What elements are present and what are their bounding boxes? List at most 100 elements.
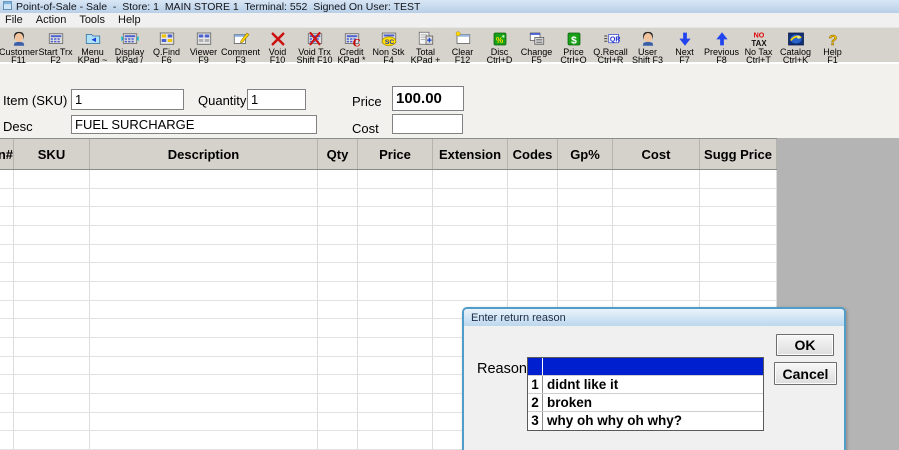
reason-option-number: 3 (528, 412, 543, 430)
table-cell (0, 319, 14, 337)
table-cell (318, 375, 358, 393)
quick-find-icon (157, 30, 177, 48)
table-cell (14, 413, 90, 431)
reason-option-number: 2 (528, 394, 543, 411)
toolbar-button-user[interactable]: UserShift F3 (629, 28, 666, 64)
toolbar-button-comment[interactable]: CommentF3 (222, 28, 259, 64)
cost-input[interactable] (392, 114, 463, 134)
table-cell (613, 189, 700, 207)
toolbar-button-shortcut: F2 (50, 56, 61, 64)
reason-option[interactable]: 2broken (528, 394, 763, 412)
table-cell (0, 375, 14, 393)
table-cell (433, 245, 508, 263)
toolbar-button-void-trx[interactable]: Void TrxShift F10 (296, 28, 333, 64)
column-header-sku: SKU (14, 139, 90, 169)
dialog-title: Enter return reason (471, 312, 566, 324)
table-cell (700, 263, 777, 281)
menu-item-tools[interactable]: Tools (79, 14, 105, 26)
svg-text:QR: QR (609, 35, 620, 43)
toolbar-button-start-trx[interactable]: Start TrxF2 (37, 28, 74, 64)
table-cell (14, 245, 90, 263)
table-cell (90, 226, 318, 244)
table-cell (0, 431, 14, 449)
table-cell (318, 226, 358, 244)
table-cell (0, 207, 14, 225)
table-cell (318, 394, 358, 412)
dialog-titlebar[interactable]: Enter return reason (464, 309, 844, 326)
column-header-description: Description (90, 139, 318, 169)
toolbar-button-void[interactable]: VoidF10 (259, 28, 296, 64)
price-input[interactable] (392, 86, 464, 111)
menu-item-action[interactable]: Action (36, 14, 67, 26)
quantity-input[interactable] (247, 89, 306, 110)
table-cell (0, 226, 14, 244)
toolbar-button-display[interactable]: DisplayKPad / (111, 28, 148, 64)
toolbar-button-next[interactable]: NextF7 (666, 28, 703, 64)
desc-input[interactable] (71, 115, 317, 134)
table-cell (700, 226, 777, 244)
toolbar: CustomerF11Start TrxF2MenuKPad ~DisplayK… (0, 28, 899, 64)
reason-option-text: didnt like it (543, 376, 618, 393)
app-icon (3, 1, 12, 13)
table-cell (358, 189, 433, 207)
customer-icon (9, 30, 29, 48)
table-cell (318, 301, 358, 319)
table-cell (613, 282, 700, 300)
display-keypad-icon (120, 30, 140, 48)
table-cell (318, 282, 358, 300)
toolbar-button-q-find[interactable]: Q.FindF6 (148, 28, 185, 64)
toolbar-button-disc[interactable]: %DiscCtrl+D (481, 28, 518, 64)
reason-option[interactable] (528, 358, 763, 376)
table-cell (90, 338, 318, 356)
table-cell (318, 338, 358, 356)
reason-option[interactable]: 3why oh why oh why? (528, 412, 763, 430)
item-sku-input[interactable] (71, 89, 184, 110)
table-cell (558, 207, 613, 225)
column-header-cost: Cost (613, 139, 700, 169)
next-arrow-icon (675, 30, 695, 48)
menu-item-file[interactable]: File (5, 14, 23, 26)
table-cell (613, 245, 700, 263)
table-cell (14, 338, 90, 356)
toolbar-button-no-tax[interactable]: NOTAXNo TaxCtrl+T (740, 28, 777, 64)
toolbar-button-shortcut: F4 (383, 56, 394, 64)
toolbar-button-change[interactable]: ChangeF5 (518, 28, 555, 64)
reason-list[interactable]: 1didnt like it2broken3why oh why oh why? (527, 357, 764, 431)
toolbar-button-previous[interactable]: PreviousF8 (703, 28, 740, 64)
toolbar-button-shortcut: F9 (198, 56, 209, 64)
ok-button[interactable]: OK (776, 334, 834, 356)
column-header-sugg-price: Sugg Price (700, 139, 777, 169)
reason-option-number: 1 (528, 376, 543, 393)
toolbar-button-viewer[interactable]: ViewerF9 (185, 28, 222, 64)
table-cell (433, 207, 508, 225)
cancel-button[interactable]: Cancel (774, 362, 837, 385)
toolbar-button-catalog[interactable]: CatalogCtrl+K (777, 28, 814, 64)
price-icon: $ (564, 30, 584, 48)
toolbar-button-shortcut: Ctrl+D (487, 56, 513, 64)
toolbar-button-help[interactable]: ?HelpF1 (814, 28, 851, 64)
table-row (0, 226, 777, 245)
toolbar-button-credit[interactable]: CCreditKPad * (333, 28, 370, 64)
table-cell (318, 170, 358, 188)
toolbar-button-shortcut: Shift F10 (296, 56, 332, 64)
toolbar-button-non-stk[interactable]: SCNon StkF4 (370, 28, 407, 64)
window-title: Point-of-Sale - Sale - Store: 1 MAIN STO… (16, 1, 420, 13)
toolbar-button-clear[interactable]: ClearF12 (444, 28, 481, 64)
svg-text:?: ? (828, 32, 837, 48)
table-cell (14, 263, 90, 281)
table-cell (358, 319, 433, 337)
toolbar-button-menu[interactable]: MenuKPad ~ (74, 28, 111, 64)
no-tax-icon: NOTAX (749, 30, 769, 48)
table-cell (14, 431, 90, 449)
reason-option[interactable]: 1didnt like it (528, 376, 763, 394)
toolbar-button-price[interactable]: $PriceCtrl+O (555, 28, 592, 64)
menu-item-help[interactable]: Help (118, 14, 141, 26)
toolbar-button-shortcut: KPad ~ (78, 56, 108, 64)
clear-icon (453, 30, 473, 48)
table-cell (558, 170, 613, 188)
toolbar-button-q-recall[interactable]: QRQ.RecallCtrl+R (592, 28, 629, 64)
table-cell (508, 282, 558, 300)
toolbar-button-total[interactable]: TotalKPad + (407, 28, 444, 64)
toolbar-button-customer[interactable]: CustomerF11 (0, 28, 37, 64)
table-cell (90, 375, 318, 393)
